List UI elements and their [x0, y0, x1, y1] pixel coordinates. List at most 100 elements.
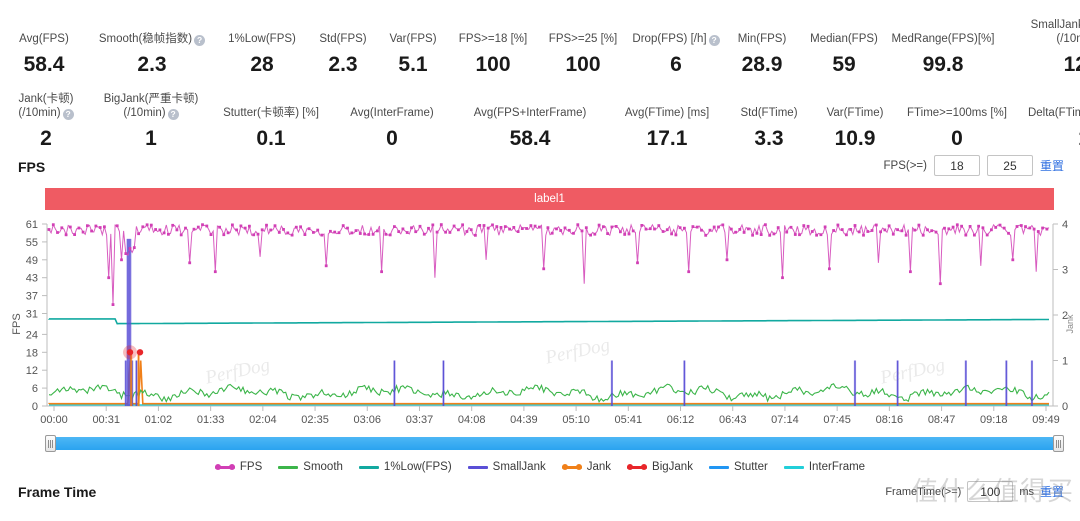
metric-label: FPS>=18 [%] [458, 33, 528, 45]
metric-value: 59 [832, 53, 856, 76]
grip-lines-icon [1056, 439, 1061, 448]
metric-value: 28 [250, 53, 274, 76]
legend-label: Stutter [733, 461, 768, 473]
y2-tick-label: 0 [1062, 401, 1068, 413]
series-bigjank [123, 345, 144, 360]
metric-metrics_row1-2: 1%Low(FPS) 28 [216, 32, 308, 78]
y-tick-label: 61 [26, 219, 38, 231]
x-tick-label: 03:37 [406, 414, 434, 426]
metric-metrics_row1-7: Drop(FPS) [/h]? 6 [628, 32, 724, 78]
metric-metrics_row1-10: MedRange(FPS)[%] 99.8 [888, 32, 998, 78]
legend-label: InterFrame [808, 461, 866, 473]
help-icon[interactable]: ? [167, 109, 179, 120]
series-1pct-low [48, 318, 1049, 325]
metric-label: Drop(FPS) [/h]? [632, 32, 720, 46]
help-icon[interactable]: ? [708, 35, 720, 46]
label-banner-wrap: label1 [0, 182, 1080, 210]
grip-lines-icon [48, 439, 53, 448]
metric-value: 58.4 [509, 127, 551, 150]
slider-handle-left[interactable] [45, 435, 56, 452]
metric-label: Jank(卡顿) (/10min)? [18, 93, 74, 120]
x-tick-label: 05:10 [562, 414, 590, 426]
fps-threshold-controls: FPS(>=) 重置 [884, 155, 1064, 176]
fps-section-title: FPS [18, 159, 46, 175]
chart-legend: FPS Smooth 1%Low(FPS) SmallJank Jank BigJank S… [0, 456, 1080, 478]
fps-reset-link[interactable]: 重置 [1040, 157, 1064, 174]
legend-swatch [561, 463, 582, 470]
y-tick-label: 49 [26, 255, 38, 267]
metric-metrics_row1-5: FPS>=18 [%] 100 [448, 32, 538, 78]
y-tick-label: 31 [26, 309, 38, 321]
metric-metrics_row1-11: SmallJank(微小卡顿)(/10min)? 12.9 [998, 18, 1080, 78]
metrics-summary-row-1: Avg(FPS) 58.4 Smooth(稳帧指数)? 2.3 1%Low(FPS) 28… [0, 0, 1080, 78]
metric-label: 1%Low(FPS) [228, 33, 296, 45]
metric-label: SmallJank(微小卡顿)(/10min)? [1030, 19, 1080, 45]
legend-item-1-low-fps[interactable]: 1%Low(FPS) [358, 461, 452, 473]
legend-item-interframe[interactable]: InterFrame [783, 461, 866, 473]
perfdog-fps-report: Avg(FPS) 58.4 Smooth(稳帧指数)? 2.3 1%Low(FPS) 28… [0, 0, 1080, 521]
metric-label: Std(FTime) [740, 107, 798, 119]
series-smalljank [124, 360, 1034, 406]
label-banner[interactable]: label1 [45, 188, 1054, 210]
x-tick-label: 03:06 [353, 414, 381, 426]
metric-metrics_row2-6: Std(FTime) 3.3 [726, 106, 812, 152]
metric-label: Stutter(卡顿率) [%] [223, 107, 319, 119]
metric-metrics_row1-8: Min(FPS) 28.9 [724, 32, 800, 78]
frametime-section-header: Frame Time FrameTime(>=) ms 重置 值什么值得买 [0, 477, 1080, 507]
help-icon[interactable]: ? [62, 109, 74, 120]
fps-chart[interactable]: 0 6 12 18 24 31 37 43 49 55 61 0 12 3 4 00:00 00:31 01:… [0, 216, 1080, 431]
legend-label: FPS [239, 461, 263, 473]
fps-threshold-high-input[interactable] [986, 155, 1033, 176]
metric-value: 58.4 [23, 53, 65, 76]
y-tick-label: 55 [26, 237, 38, 249]
x-tick-label: 09:18 [980, 414, 1008, 426]
frametime-unit-label: ms [1019, 485, 1034, 498]
frametime-threshold-input[interactable] [967, 481, 1014, 502]
metric-metrics_row2-7: Var(FTime) 10.9 [812, 106, 898, 152]
legend-swatch [214, 463, 235, 470]
legend-item-smooth[interactable]: Smooth [278, 461, 343, 473]
help-icon[interactable]: ? [194, 35, 206, 46]
legend-item-jank[interactable]: Jank [561, 461, 611, 473]
x-tick-label: 01:33 [197, 414, 225, 426]
metric-value: 1 [145, 127, 157, 150]
metric-value: 5.1 [398, 53, 428, 76]
x-tick-label: 00:00 [40, 414, 68, 426]
metric-label: FTime>=100ms [%] [907, 107, 1007, 119]
fps-threshold-low-input[interactable] [933, 155, 980, 176]
frametime-threshold-label: FrameTime(>=) [885, 485, 962, 498]
frametime-reset-link[interactable]: 重置 [1040, 483, 1064, 500]
series-fps-line [48, 222, 1050, 305]
y-tick-label: 0 [32, 401, 38, 413]
x-tick-label: 02:35 [301, 414, 329, 426]
fps-chart-svg[interactable]: 0 6 12 18 24 31 37 43 49 55 61 0 12 3 4 00:00 00:31 01:… [0, 216, 1080, 431]
slider-handle-right[interactable] [1053, 435, 1064, 452]
legend-swatch [358, 465, 379, 469]
y-tick-label: 12 [26, 365, 38, 377]
metric-value: 2.3 [328, 53, 358, 76]
x-tick-label: 04:08 [458, 414, 486, 426]
legend-item-fps[interactable]: FPS [214, 461, 263, 473]
legend-label: Smooth [303, 461, 343, 473]
metric-value: 10.9 [834, 127, 876, 150]
metric-metrics_row2-5: Avg(FTime) [ms] 17.1 [608, 106, 726, 152]
metric-metrics_row2-8: FTime>=100ms [%] 0 [898, 106, 1016, 152]
metric-value: 17.1 [646, 127, 688, 150]
metric-label: Min(FPS) [737, 33, 787, 45]
metric-label: Std(FPS) [319, 33, 367, 45]
x-tick-label: 00:31 [92, 414, 120, 426]
metric-value: 6 [670, 53, 682, 76]
y-axis-left-label: FPS [11, 313, 23, 334]
chart-range-slider[interactable] [45, 435, 1064, 452]
legend-swatch [708, 465, 729, 469]
frametime-threshold-controls: FrameTime(>=) ms 重置 [885, 481, 1064, 502]
y2-tick-label: 1 [1062, 356, 1068, 368]
x-tick-label: 02:04 [249, 414, 277, 426]
legend-item-stutter[interactable]: Stutter [708, 461, 768, 473]
legend-item-bigjank[interactable]: BigJank [627, 461, 693, 473]
legend-item-smalljank[interactable]: SmallJank [467, 461, 546, 473]
label-banner-text: label1 [534, 193, 565, 205]
slider-track[interactable] [47, 437, 1062, 450]
legend-label: 1%Low(FPS) [383, 461, 452, 473]
metric-value: 0 [951, 127, 963, 150]
